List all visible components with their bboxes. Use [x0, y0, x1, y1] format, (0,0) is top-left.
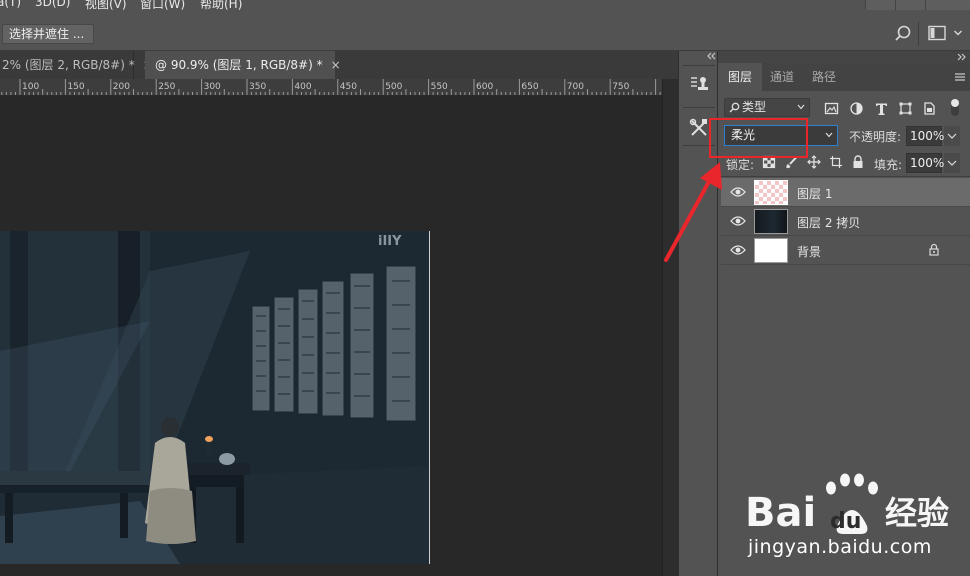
menu-image[interactable]: a(T)	[0, 0, 21, 9]
tab-label: 2% (图层 2, RGB/8#) *	[2, 58, 135, 72]
search-icon[interactable]	[893, 24, 913, 44]
svg-text:iIIY: iIIY	[378, 234, 402, 249]
ruler-label: 550	[431, 82, 448, 92]
workspace-icon[interactable]	[928, 25, 946, 41]
minimize-button[interactable]	[865, 0, 895, 10]
layer-name: 图层 2 拷贝	[797, 216, 861, 230]
chevron-down-icon[interactable]	[953, 28, 963, 38]
ruler-label: 450	[340, 82, 357, 92]
horizontal-ruler[interactable]: 100 150 200 250 300 350 400 450 500 550 600 650 700 7…	[0, 79, 662, 96]
opacity-label: 不透明度:	[849, 130, 902, 144]
options-bar: 选择并遮住 ...	[0, 14, 970, 51]
eye-icon[interactable]	[730, 186, 746, 198]
type-filter-icon[interactable]	[874, 101, 889, 116]
layer-row-layer1[interactable]: 图层 1	[721, 178, 970, 207]
menu-help[interactable]: 帮助(H)	[200, 0, 242, 12]
tab-channels[interactable]: 通道	[762, 63, 802, 91]
fill-dropdown-icon[interactable]	[944, 153, 960, 173]
ruler-label: 150	[67, 82, 84, 92]
eye-icon[interactable]	[730, 215, 746, 227]
layer-name: 背景	[797, 245, 822, 259]
vertical-scrollbar[interactable]	[662, 79, 678, 576]
filter-kind-value: 类型	[742, 100, 767, 114]
panel-tabs: 图层 通道 路径	[718, 63, 970, 91]
watermark-url: jingyan.baidu.com	[748, 536, 932, 558]
ruler-label: 400	[294, 82, 311, 92]
tab-layers[interactable]: 图层	[718, 63, 762, 91]
lock-label: 锁定:	[726, 158, 755, 172]
layer-row-layer2-copy[interactable]: 图层 2 拷贝	[721, 207, 970, 236]
clone-source-icon[interactable]	[688, 73, 710, 95]
watermark-brand-c: 经验	[885, 494, 949, 532]
layer-thumbnail	[754, 238, 788, 263]
panel-header-strip	[718, 51, 970, 63]
filter-kind-select[interactable]: 类型	[724, 98, 810, 117]
lock-position-icon[interactable]	[807, 155, 821, 169]
opacity-input[interactable]: 100%	[906, 126, 944, 146]
document-image[interactable]: iIIY	[0, 231, 430, 564]
highlight-box	[709, 118, 808, 158]
annotation-arrow	[664, 162, 722, 262]
eye-icon[interactable]	[730, 244, 746, 256]
adjustment-filter-icon[interactable]	[849, 101, 864, 116]
dock-divider	[683, 107, 715, 108]
layer-row-background[interactable]: 背景	[721, 236, 970, 265]
tab-document-layer2[interactable]: 2% (图层 2, RGB/8#) *×	[0, 51, 153, 79]
ruler-label: 300	[204, 82, 221, 92]
maximize-button[interactable]	[895, 0, 925, 10]
pixel-filter-icon[interactable]	[824, 101, 839, 116]
scene-illustration: iIIY	[0, 231, 429, 564]
toolbar-divider	[918, 22, 919, 46]
chevron-down-icon	[797, 104, 805, 110]
ruler-label: 100	[22, 82, 39, 92]
watermark-brand-a: Bai	[745, 490, 816, 536]
fill-input[interactable]: 100%	[906, 153, 944, 173]
ruler-ticks: 100 150 200 250 300 350 400 450 500 550 600 650 700 7…	[1, 79, 661, 95]
panel-menu-icon[interactable]	[954, 72, 966, 82]
search-icon	[729, 102, 740, 113]
layer-thumbnail	[754, 180, 788, 205]
watermark-brand-b: du	[830, 509, 861, 534]
dock-divider	[683, 65, 715, 66]
ruler-label: 600	[476, 82, 493, 92]
document-tab-bar: 2% (图层 2, RGB/8#) *× @ 90.9% (图层 1, RGB/…	[0, 51, 678, 79]
smart-object-filter-icon[interactable]	[922, 101, 937, 116]
select-and-mask-button[interactable]: 选择并遮住 ...	[2, 24, 94, 44]
ruler-label: 500	[385, 82, 402, 92]
tool-presets-icon[interactable]	[688, 117, 710, 139]
canvas-area[interactable]: iIIY	[0, 96, 662, 576]
ruler-label: 250	[158, 82, 175, 92]
fill-label: 填充:	[874, 158, 903, 172]
opacity-dropdown-icon[interactable]	[944, 126, 960, 146]
collapse-panel-icon[interactable]	[956, 52, 968, 62]
lock-artboard-icon[interactable]	[829, 155, 843, 169]
ruler-label: 650	[521, 82, 538, 92]
tab-label: @ 90.9% (图层 1, RGB/8#) *	[155, 58, 323, 72]
shape-filter-icon[interactable]	[898, 101, 913, 116]
ruler-label: 750	[612, 82, 629, 92]
ruler-label: 350	[249, 82, 266, 92]
expand-panels-icon[interactable]	[705, 51, 717, 61]
lock-all-icon[interactable]	[851, 155, 865, 169]
menu-view[interactable]: 视图(V)	[85, 0, 127, 12]
layer-name: 图层 1	[797, 187, 833, 201]
ruler-label: 200	[113, 82, 130, 92]
menu-window[interactable]: 窗口(W)	[140, 0, 185, 12]
lock-icon	[929, 243, 939, 256]
close-icon[interactable]: ×	[331, 58, 341, 72]
menu-bar: a(T) 3D(D) 视图(V) 窗口(W) 帮助(H)	[0, 0, 970, 14]
close-window-button[interactable]	[925, 0, 970, 10]
ruler-label: 700	[567, 82, 584, 92]
chevron-down-icon	[825, 132, 833, 138]
tab-document-layer1[interactable]: @ 90.9% (图层 1, RGB/8#) * ×	[145, 51, 341, 79]
filter-toggle-switch[interactable]	[950, 98, 960, 117]
layer-thumbnail	[754, 209, 788, 234]
tab-paths[interactable]: 路径	[804, 63, 844, 91]
menu-3d[interactable]: 3D(D)	[35, 0, 70, 9]
